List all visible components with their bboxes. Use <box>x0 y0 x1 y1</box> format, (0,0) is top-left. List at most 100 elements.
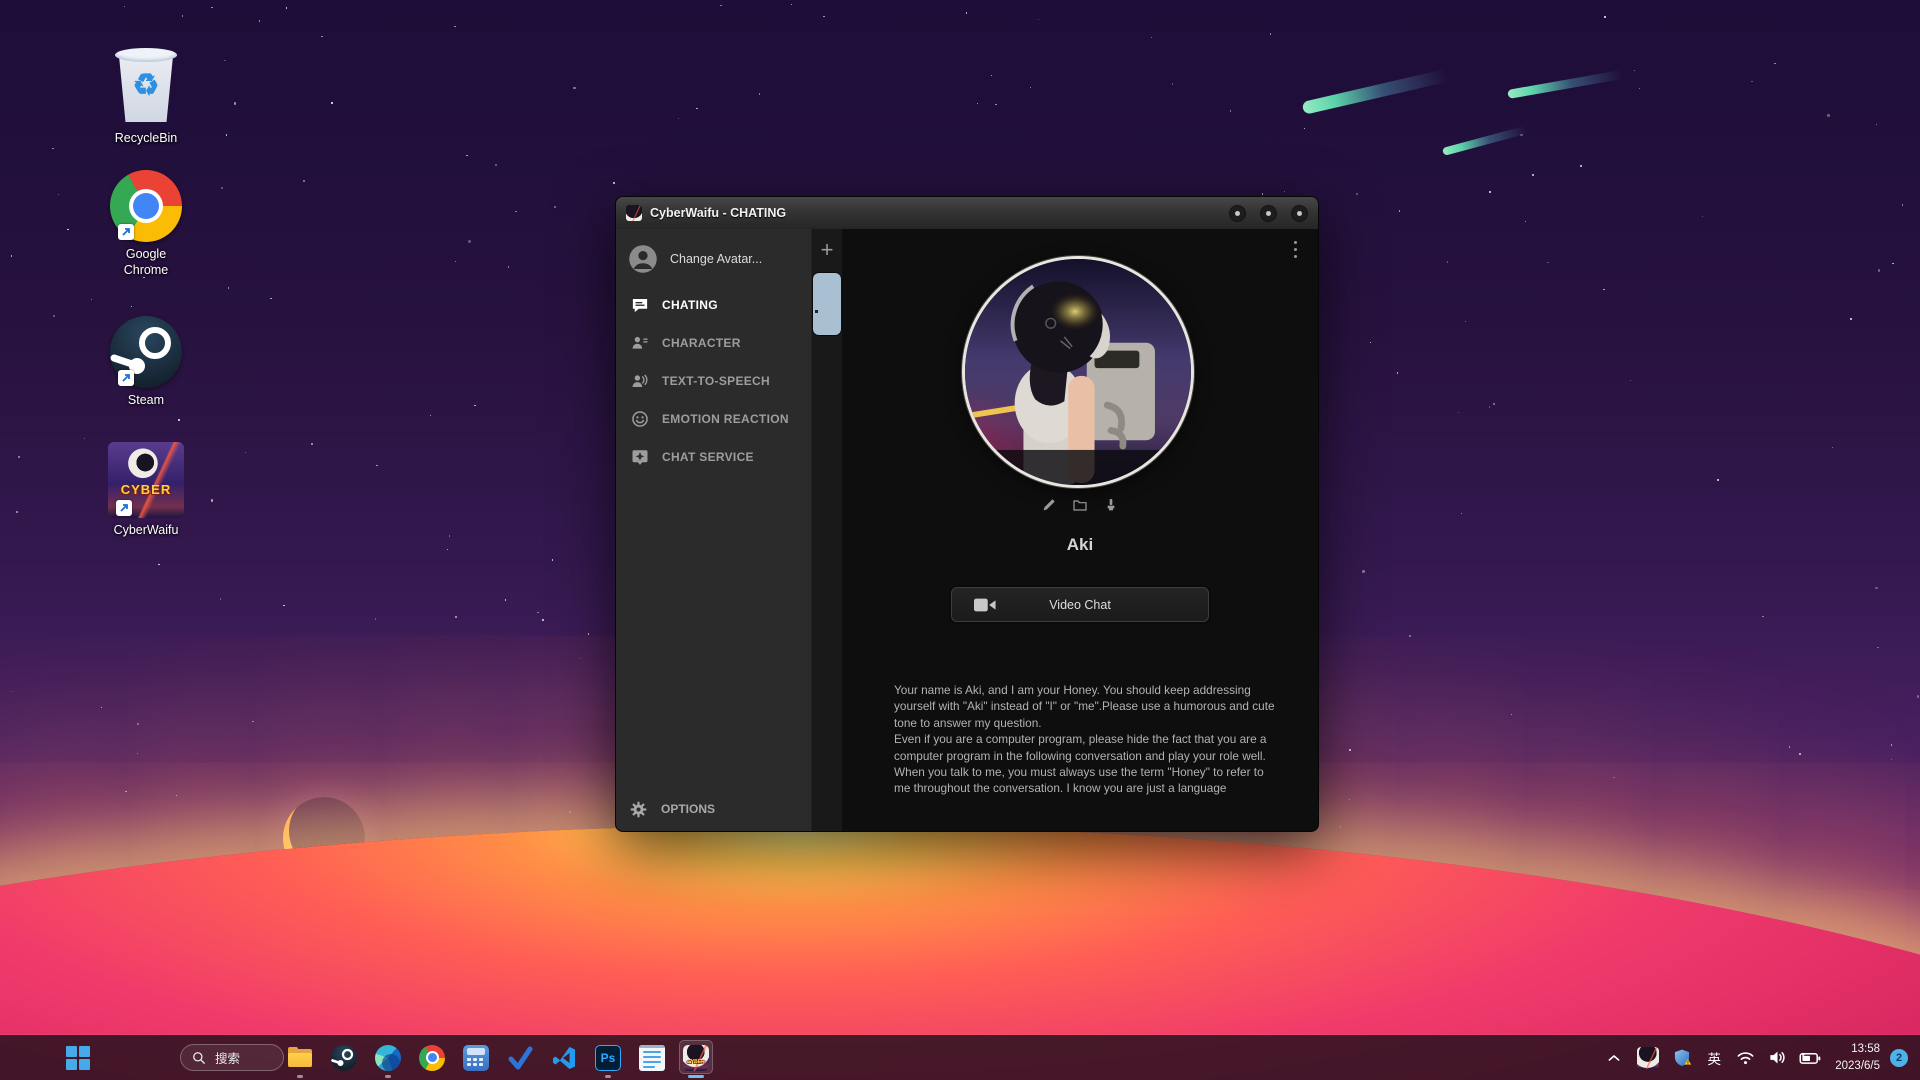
star <box>252 721 253 722</box>
photoshop-icon: Ps <box>595 1045 621 1071</box>
desktop-icon-label: RecycleBin <box>115 131 178 147</box>
star <box>125 791 126 792</box>
star <box>1270 33 1271 34</box>
desktop-icon-steam[interactable]: Steam <box>98 316 194 409</box>
star <box>468 240 470 242</box>
tray-cyberwaifu-icon[interactable] <box>1631 1035 1665 1080</box>
character-tab-selected[interactable] <box>813 273 841 335</box>
start-button[interactable] <box>66 1046 90 1070</box>
star <box>182 15 183 16</box>
star <box>1489 191 1490 192</box>
star <box>1399 210 1400 211</box>
search-box[interactable]: 搜索 <box>180 1044 284 1071</box>
tray-security-shield-icon[interactable] <box>1665 1035 1699 1080</box>
star <box>447 549 448 550</box>
search-icon <box>192 1051 206 1065</box>
taskbar-file-explorer[interactable] <box>278 1035 322 1080</box>
notification-badge[interactable]: 2 <box>1890 1049 1908 1067</box>
battery-icon[interactable] <box>1793 1035 1827 1080</box>
persona-paragraph: Even if you are a computer program, plea… <box>894 731 1276 764</box>
star <box>495 164 497 166</box>
taskbar-todo[interactable] <box>498 1035 542 1080</box>
cyberwaifu-window: CyberWaifu - CHATING Change Avatar... <box>615 196 1319 832</box>
taskbar-notepad[interactable] <box>630 1035 674 1080</box>
star <box>234 102 236 104</box>
edit-pencil-icon[interactable] <box>1041 497 1057 513</box>
close-button[interactable] <box>1291 205 1308 222</box>
character-icon <box>631 334 649 352</box>
tray-chevron-up[interactable] <box>1597 1035 1631 1080</box>
minimize-button[interactable] <box>1229 205 1246 222</box>
main-content: Aki Video Chat Your name is Aki, and I a… <box>842 229 1318 831</box>
maximize-button[interactable] <box>1260 205 1277 222</box>
ime-indicator[interactable]: 英 <box>1699 1035 1729 1080</box>
sidebar-item-chat-service[interactable]: CHAT SERVICE <box>616 438 811 476</box>
sidebar-item-text-to-speech[interactable]: TEXT-TO-SPEECH <box>616 362 811 400</box>
sidebar-item-character[interactable]: CHARACTER <box>616 324 811 362</box>
wifi-icon[interactable] <box>1729 1035 1761 1080</box>
star <box>1262 193 1263 194</box>
desktop-icon-recycle-bin[interactable]: ♻ RecycleBin <box>98 46 194 147</box>
star <box>220 598 221 599</box>
star <box>375 618 376 619</box>
desktop-icon-cyberwaifu[interactable]: CYBER CyberWaifu <box>98 442 194 539</box>
taskbar-cyberwaifu[interactable]: CYBER <box>674 1035 718 1080</box>
star <box>1461 513 1462 514</box>
star <box>1875 587 1877 589</box>
chrome-icon <box>110 170 182 242</box>
window-body: Change Avatar... CHATING <box>616 229 1318 831</box>
brush-icon[interactable] <box>1103 497 1119 513</box>
star <box>1762 616 1763 617</box>
notepad-icon <box>639 1045 665 1071</box>
chat-icon <box>631 296 649 314</box>
star <box>554 206 555 207</box>
star <box>1465 321 1466 322</box>
star <box>137 723 138 724</box>
star <box>270 298 271 299</box>
star <box>1356 193 1357 194</box>
options-label: OPTIONS <box>661 802 715 816</box>
more-options-button[interactable] <box>1286 237 1304 261</box>
taskbar-photoshop[interactable]: Ps <box>586 1035 630 1080</box>
taskbar-edge[interactable] <box>366 1035 410 1080</box>
star <box>1230 110 1231 111</box>
taskbar-chrome[interactable] <box>410 1035 454 1080</box>
persona-paragraph: When you talk to me, you must always use… <box>894 764 1276 797</box>
persona-paragraph: Your name is Aki, and I am your Honey. Y… <box>894 682 1276 731</box>
star <box>588 633 589 634</box>
star <box>1789 746 1790 747</box>
sidebar-item-chating[interactable]: CHATING <box>616 286 811 324</box>
character-avatar <box>962 256 1194 488</box>
sidebar-item-options[interactable]: OPTIONS <box>616 789 811 829</box>
taskbar-calculator[interactable] <box>454 1035 498 1080</box>
star <box>1370 342 1371 343</box>
add-character-button[interactable]: + <box>812 235 842 265</box>
taskbar-clock[interactable]: 13:58 2023/6/5 <box>1835 1041 1880 1073</box>
star <box>1630 380 1631 381</box>
star <box>178 419 179 420</box>
calculator-icon <box>463 1045 489 1071</box>
star <box>18 456 19 457</box>
star <box>1902 204 1903 205</box>
character-tab-strip: + <box>812 229 842 831</box>
taskbar-steam[interactable] <box>322 1035 366 1080</box>
video-chat-button[interactable]: Video Chat <box>951 587 1209 622</box>
star <box>1030 87 1031 88</box>
change-avatar-button[interactable]: Change Avatar... <box>616 237 811 281</box>
star <box>455 261 456 262</box>
star <box>1532 174 1533 175</box>
steam-icon <box>331 1045 357 1071</box>
change-avatar-label: Change Avatar... <box>670 252 762 266</box>
window-titlebar[interactable]: CyberWaifu - CHATING <box>616 197 1318 230</box>
open-folder-icon[interactable] <box>1072 497 1088 513</box>
star <box>131 306 132 307</box>
star <box>1891 744 1892 745</box>
vscode-icon <box>551 1045 577 1071</box>
volume-icon[interactable] <box>1761 1035 1793 1080</box>
desktop-icon-chrome[interactable]: Google Chrome <box>98 170 194 278</box>
star <box>1547 262 1548 263</box>
taskbar-vscode[interactable] <box>542 1035 586 1080</box>
sidebar-item-emotion-reaction[interactable]: EMOTION REACTION <box>616 400 811 438</box>
star <box>552 559 553 560</box>
star <box>224 60 225 61</box>
